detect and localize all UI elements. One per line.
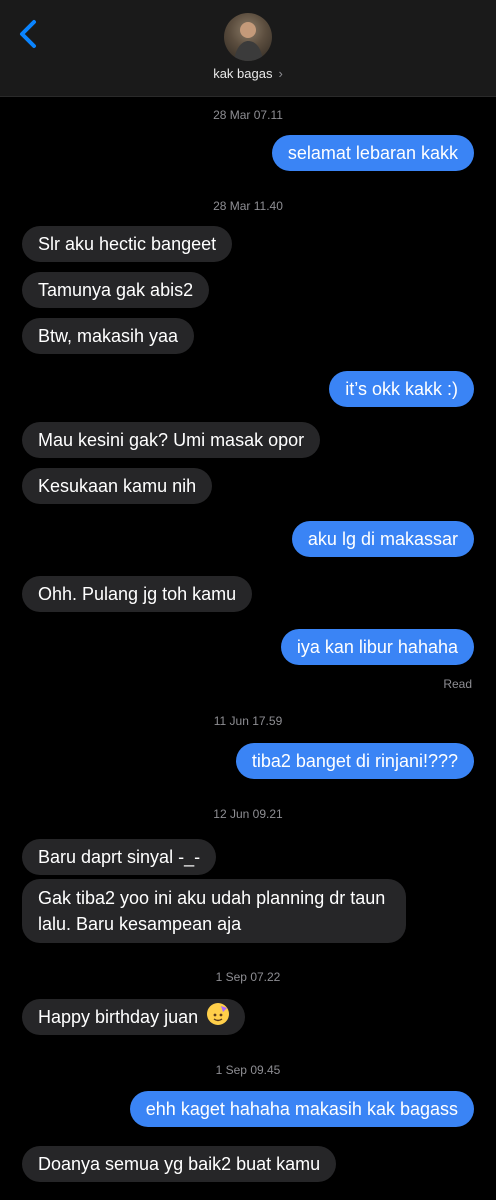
back-chevron-icon[interactable] xyxy=(14,16,44,52)
message-outgoing[interactable]: ehh kaget hahaha makasih kak bagass xyxy=(129,1091,474,1127)
timestamp: 11 Jun 17.59 xyxy=(213,714,283,728)
chevron-right-icon: › xyxy=(278,66,283,81)
message-incoming[interactable]: Kesukaan kamu nih xyxy=(22,468,213,504)
message-incoming[interactable]: Mau kesini gak? Umi masak opor xyxy=(22,422,321,458)
message-text: Happy birthday juan xyxy=(38,1007,199,1027)
message-incoming[interactable]: Btw, makasih yaa xyxy=(22,318,195,354)
message-outgoing[interactable]: iya kan libur hahaha xyxy=(280,629,474,665)
message-outgoing[interactable]: tiba2 banget di rinjani!??? xyxy=(235,743,474,779)
message-outgoing[interactable]: it’s okk kakk :) xyxy=(329,371,474,407)
contact-name-button[interactable]: kak bagas › xyxy=(0,66,496,81)
message-incoming[interactable]: Slr aku hectic bangeet xyxy=(22,226,233,262)
timestamp: 1 Sep 07.22 xyxy=(215,970,281,984)
message-incoming[interactable]: Gak tiba2 yoo ini aku udah planning dr t… xyxy=(22,879,406,943)
message-outgoing[interactable]: selamat lebaran kakk xyxy=(271,135,474,171)
contact-avatar[interactable] xyxy=(224,13,272,61)
message-incoming[interactable]: Baru daprt sinyal -_- xyxy=(22,839,217,875)
message-incoming[interactable]: Happy birthday juan xyxy=(22,999,246,1035)
timestamp: 12 Jun 09.21 xyxy=(213,807,283,821)
contact-name: kak bagas xyxy=(213,66,273,81)
timestamp: 28 Mar 11.40 xyxy=(213,199,283,213)
timestamp: 1 Sep 09.45 xyxy=(215,1063,281,1077)
message-outgoing[interactable]: aku lg di makassar xyxy=(291,521,474,557)
message-incoming[interactable]: Doanya semua yg baik2 buat kamu xyxy=(22,1146,337,1182)
read-receipt: Read xyxy=(443,677,472,691)
message-incoming[interactable]: Tamunya gak abis2 xyxy=(22,272,210,308)
conversation-header: kak bagas › xyxy=(0,0,496,97)
message-incoming[interactable]: Ohh. Pulang jg toh kamu xyxy=(22,576,253,612)
person-photo-icon xyxy=(234,22,263,61)
partying-face-emoji-icon xyxy=(207,1003,230,1025)
timestamp: 28 Mar 07.11 xyxy=(213,108,283,122)
